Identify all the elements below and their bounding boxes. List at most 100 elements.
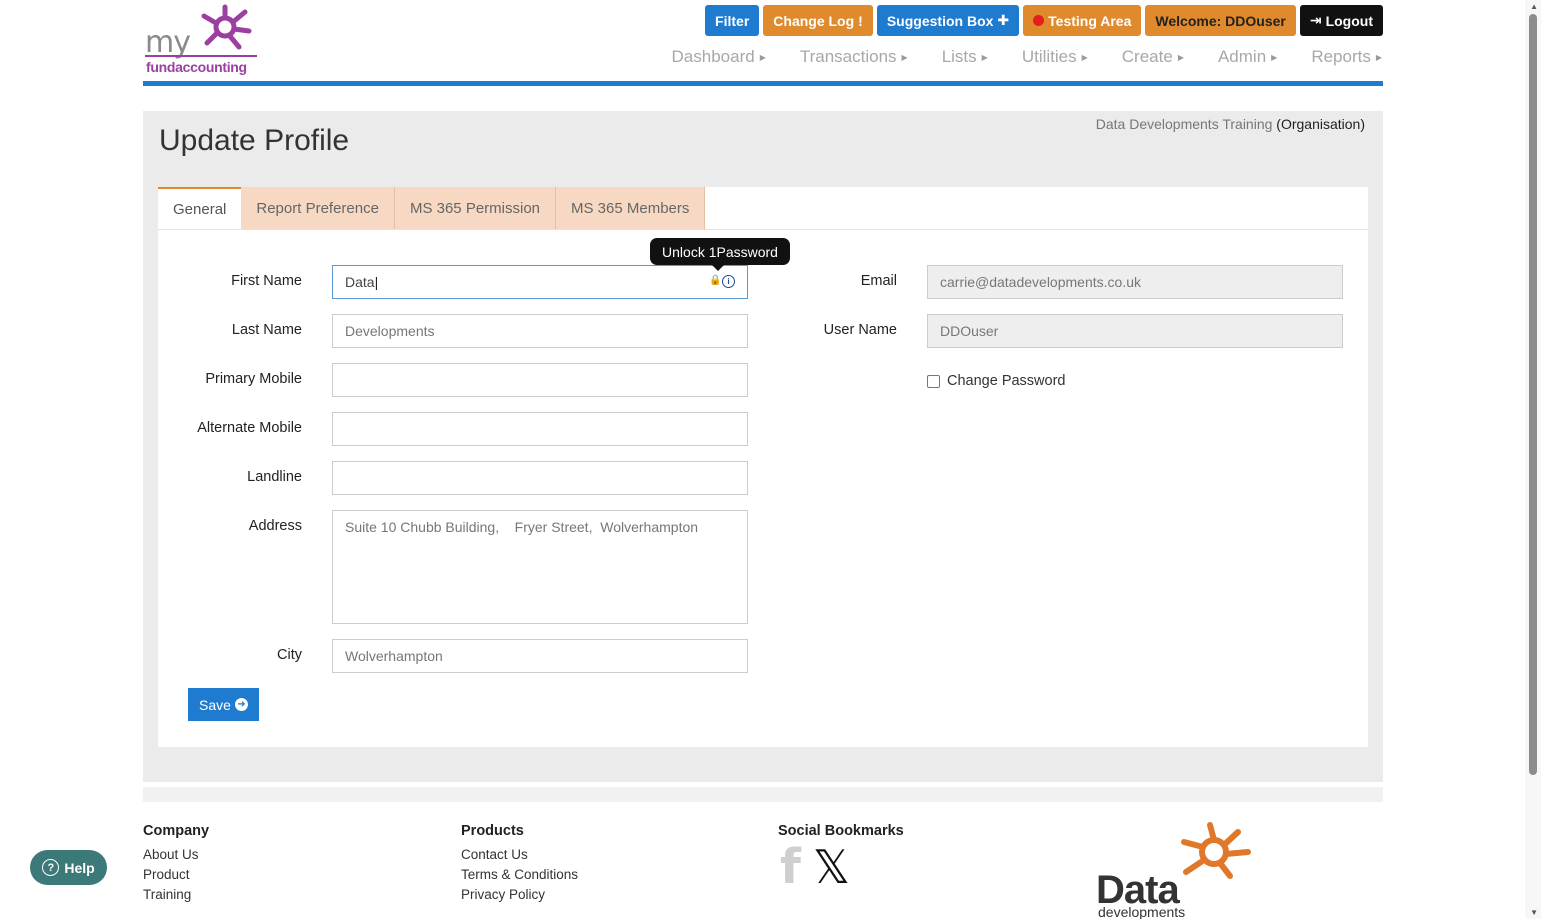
tab-bar: General Report Preference MS 365 Permiss… bbox=[158, 187, 706, 229]
primary-mobile-label: Primary Mobile bbox=[205, 371, 302, 387]
footer-social-heading: Social Bookmarks bbox=[778, 823, 904, 839]
footer-link-product[interactable]: Product bbox=[143, 867, 209, 882]
myfundaccounting-logo[interactable]: my fundaccounting bbox=[143, 3, 259, 77]
caret-right-icon: ▶ bbox=[1375, 52, 1382, 62]
vertical-scrollbar[interactable]: ▲ ▼ bbox=[1525, 0, 1541, 919]
tab-ms365-permission[interactable]: MS 365 Permission bbox=[394, 187, 557, 229]
filter-button[interactable]: Filter bbox=[705, 5, 760, 36]
top-action-bar: Filter Change Log! Suggestion Box ✚ Testi… bbox=[705, 5, 1383, 36]
data-developments-logo[interactable]: Data developments bbox=[1096, 820, 1266, 919]
save-label: Save bbox=[199, 696, 231, 713]
testing-area-button[interactable]: Testing Area bbox=[1023, 5, 1142, 36]
arrow-right-circle-icon: ➜ bbox=[234, 698, 248, 711]
change-log-button[interactable]: Change Log! bbox=[763, 5, 873, 36]
landline-input[interactable] bbox=[332, 461, 748, 495]
nav-label: Dashboard bbox=[671, 47, 755, 66]
red-dot-icon bbox=[1033, 15, 1045, 26]
city-input[interactable]: Wolverhampton bbox=[332, 639, 748, 673]
nav-label: Reports bbox=[1311, 47, 1371, 66]
footer-company-heading: Company bbox=[143, 823, 210, 839]
change-log-label: Change Log bbox=[773, 12, 855, 29]
nav-admin[interactable]: Admin ▶ bbox=[1218, 47, 1277, 67]
nav-label: Admin bbox=[1217, 47, 1267, 66]
username-input[interactable]: DDOuser bbox=[927, 314, 1343, 348]
welcome-user-button[interactable]: Welcome: DDOuser bbox=[1145, 5, 1296, 36]
email-label: Email bbox=[860, 273, 897, 289]
logout-icon: ⇥ bbox=[1309, 12, 1322, 28]
change-password-checkbox[interactable] bbox=[927, 374, 940, 388]
save-button[interactable]: Save ➜ bbox=[188, 688, 259, 721]
content-panel: Update Profile Data Developments Trainin… bbox=[143, 111, 1383, 782]
last-name-label: Last Name bbox=[231, 322, 302, 338]
footer-separator bbox=[143, 787, 1383, 802]
scroll-down-icon[interactable]: ▼ bbox=[1530, 908, 1538, 917]
alternate-mobile-label: Alternate Mobile bbox=[197, 420, 302, 436]
nav-create[interactable]: Create ▶ bbox=[1122, 47, 1184, 67]
social-icons: f 𝕏 bbox=[780, 843, 850, 891]
nav-reports[interactable]: Reports ▶ bbox=[1311, 47, 1382, 67]
question-icon: ? bbox=[42, 859, 60, 876]
landline-label: Landline bbox=[247, 469, 302, 485]
email-input[interactable]: carrie@datadevelopments.co.uk bbox=[927, 265, 1343, 299]
help-label: Help bbox=[64, 859, 95, 876]
welcome-label: Welcome: DDOuser bbox=[1155, 12, 1286, 29]
change-password-option[interactable]: Change Password bbox=[927, 373, 1066, 389]
testing-area-label: Testing Area bbox=[1048, 12, 1132, 29]
logout-button[interactable]: ⇥ Logout bbox=[1299, 5, 1383, 36]
address-label: Address bbox=[248, 518, 302, 534]
lock-icon: 🔒 bbox=[709, 275, 722, 286]
footer-products: Products Contact Us Terms & Conditions P… bbox=[461, 823, 578, 907]
filter-label: Filter bbox=[715, 12, 750, 29]
first-name-input[interactable]: Data| 🔒 i bbox=[332, 265, 748, 299]
footer-link-training[interactable]: Training bbox=[143, 887, 209, 902]
x-twitter-icon[interactable]: 𝕏 bbox=[813, 844, 850, 890]
footer-link-terms[interactable]: Terms & Conditions bbox=[461, 867, 578, 882]
logout-label: Logout bbox=[1325, 12, 1373, 29]
nav-transactions[interactable]: Transactions ▶ bbox=[800, 47, 908, 67]
help-button[interactable]: ? Help bbox=[30, 850, 107, 885]
tab-general[interactable]: General bbox=[158, 187, 242, 229]
org-name: Data Developments Training bbox=[1095, 116, 1273, 132]
plus-icon: ✚ bbox=[997, 12, 1010, 28]
footer-products-heading: Products bbox=[461, 823, 524, 839]
tab-ms365-members[interactable]: MS 365 Members bbox=[556, 187, 706, 229]
logo-underline bbox=[145, 55, 257, 57]
change-password-label: Change Password bbox=[947, 373, 1066, 389]
password-manager-icons[interactable]: 🔒 i bbox=[709, 275, 735, 288]
caret-right-icon: ▶ bbox=[759, 52, 766, 62]
orange-star-icon bbox=[1181, 822, 1251, 879]
exclamation-icon: ! bbox=[858, 12, 863, 29]
primary-mobile-input[interactable] bbox=[332, 363, 748, 397]
first-name-value: Data bbox=[345, 274, 375, 290]
footer-link-about-us[interactable]: About Us bbox=[143, 847, 209, 862]
footer-link-privacy[interactable]: Privacy Policy bbox=[461, 887, 578, 902]
city-label: City bbox=[277, 647, 302, 663]
alternate-mobile-input[interactable] bbox=[332, 412, 748, 446]
nav-label: Create bbox=[1121, 47, 1173, 66]
facebook-icon[interactable]: f bbox=[780, 843, 801, 891]
nav-utilities[interactable]: Utilities ▶ bbox=[1022, 47, 1088, 67]
caret-right-icon: ▶ bbox=[1271, 52, 1278, 62]
org-suffix: (Organisation) bbox=[1276, 116, 1365, 132]
nav-dashboard[interactable]: Dashboard ▶ bbox=[672, 47, 766, 67]
tab-report-preference[interactable]: Report Preference bbox=[241, 187, 395, 229]
nav-label: Lists bbox=[941, 47, 977, 66]
text-cursor: | bbox=[374, 274, 379, 290]
username-label: User Name bbox=[823, 322, 897, 338]
suggestion-box-label: Suggestion Box bbox=[886, 12, 994, 29]
scroll-up-icon[interactable]: ▲ bbox=[1530, 2, 1538, 11]
scrollbar-thumb[interactable] bbox=[1529, 14, 1537, 775]
address-textarea[interactable]: Suite 10 Chubb Building, Fryer Street, W… bbox=[332, 510, 748, 624]
onepassword-icon: i bbox=[722, 275, 735, 288]
suggestion-box-button[interactable]: Suggestion Box ✚ bbox=[876, 5, 1020, 36]
caret-right-icon: ▶ bbox=[1081, 52, 1088, 62]
footer-link-contact-us[interactable]: Contact Us bbox=[461, 847, 578, 862]
footer-company: Company About Us Product Training bbox=[143, 823, 209, 907]
caret-right-icon: ▶ bbox=[901, 52, 908, 62]
first-name-label: First Name bbox=[231, 273, 302, 289]
logo-name-text: fundaccounting bbox=[146, 59, 247, 75]
logo-star-icon bbox=[201, 4, 252, 50]
unlock-1password-tooltip: Unlock 1Password bbox=[650, 238, 790, 271]
nav-lists[interactable]: Lists ▶ bbox=[942, 47, 988, 67]
last-name-input[interactable]: Developments bbox=[332, 314, 748, 348]
